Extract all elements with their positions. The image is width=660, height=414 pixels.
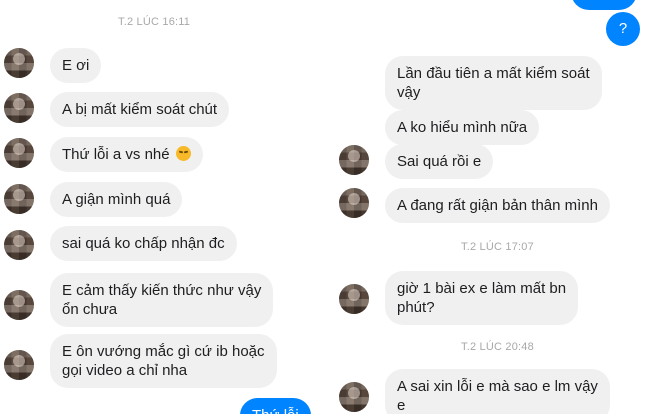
avatar[interactable] <box>4 290 34 320</box>
message-bubble[interactable]: giờ 1 bài ex e làm mất bn phút? <box>385 271 579 325</box>
avatar[interactable] <box>4 48 34 78</box>
outgoing-question-bubble[interactable]: ? <box>606 12 640 46</box>
avatar[interactable] <box>339 382 369 412</box>
message-bubble[interactable]: E ôn vướng mắc gì cứ ib hoặc gọi video a… <box>50 334 277 388</box>
outgoing-message-bubble[interactable] <box>571 0 637 10</box>
timestamp: T.2 LÚC 20:48 <box>461 341 534 353</box>
message-text: Thứ lỗi a vs nhé <box>62 146 170 163</box>
message-bubble[interactable]: E ơi <box>50 48 102 83</box>
message-bubble[interactable]: Sai quá rồi e <box>385 144 494 179</box>
outgoing-message-bubble[interactable]: Thứ lỗi <box>240 398 311 414</box>
right-chat-panel: ? Lần đầu tiên a mất kiểm soát vậy A ko … <box>333 0 660 414</box>
message-bubble[interactable]: sai quá ko chấp nhận đc <box>50 226 237 261</box>
message-bubble[interactable]: A đang rất giận bản thân mình <box>385 188 610 223</box>
avatar[interactable] <box>4 93 34 123</box>
message-bubble[interactable]: A sai xin lỗi e mà sao e lm vậy e <box>385 369 610 414</box>
disappointed-face-emoji-icon <box>175 146 191 161</box>
avatar[interactable] <box>339 188 369 218</box>
message-bubble[interactable]: Lần đầu tiên a mất kiểm soát vậy <box>385 56 602 110</box>
message-bubble[interactable]: A bị mất kiểm soát chút <box>50 92 230 127</box>
avatar[interactable] <box>339 145 369 175</box>
avatar[interactable] <box>4 184 34 214</box>
message-bubble[interactable]: Thứ lỗi a vs nhé <box>50 137 203 172</box>
avatar[interactable] <box>4 350 34 380</box>
timestamp: T.2 LÚC 16:11 <box>118 16 191 28</box>
message-bubble[interactable]: E cảm thấy kiến thức như vậy ổn chưa <box>50 273 274 327</box>
avatar[interactable] <box>339 284 369 314</box>
avatar[interactable] <box>4 230 34 260</box>
avatar[interactable] <box>4 138 34 168</box>
left-chat-panel: T.2 LÚC 16:11 E ơi A bị mất kiểm soát ch… <box>0 0 333 414</box>
timestamp: T.2 LÚC 17:07 <box>461 241 534 253</box>
message-bubble[interactable]: A giận mình quá <box>50 182 183 217</box>
message-bubble[interactable]: A ko hiểu mình nữa <box>385 110 540 145</box>
